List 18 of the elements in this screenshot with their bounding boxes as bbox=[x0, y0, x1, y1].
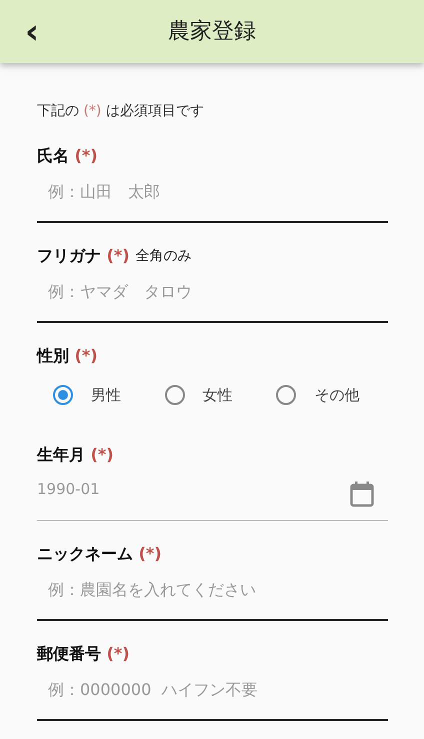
field-label: フリガナ (*) bbox=[37, 245, 130, 267]
text-field[interactable]: 例：山田 太郎 bbox=[37, 168, 388, 223]
radio-option[interactable]: 女性 bbox=[164, 384, 276, 406]
text-field[interactable]: 例：0000000 ハイフン不要 bbox=[37, 666, 388, 721]
text-field[interactable]: 例：農園名を入れてください bbox=[37, 566, 388, 621]
back-button[interactable]: ‹ bbox=[20, 12, 44, 52]
field-label: ニックネーム (*) bbox=[37, 543, 162, 565]
required-note: 下記の (*) は必須項目です bbox=[37, 102, 205, 121]
radio-option[interactable]: その他 bbox=[276, 384, 388, 406]
field-hint: 全角のみ bbox=[136, 247, 192, 266]
field-label: 性別 (*) bbox=[37, 345, 98, 367]
calendar-icon[interactable] bbox=[350, 480, 374, 506]
radio-option[interactable]: 男性 bbox=[53, 384, 165, 406]
field-label: 郵便番号 (*) bbox=[37, 643, 130, 665]
page-title: 農家登録 bbox=[168, 18, 256, 46]
field-label: 生年月 (*) bbox=[37, 444, 114, 466]
text-field[interactable]: 例：ヤマダ タロウ bbox=[37, 268, 388, 323]
field-label: 氏名 (*) bbox=[37, 145, 98, 167]
